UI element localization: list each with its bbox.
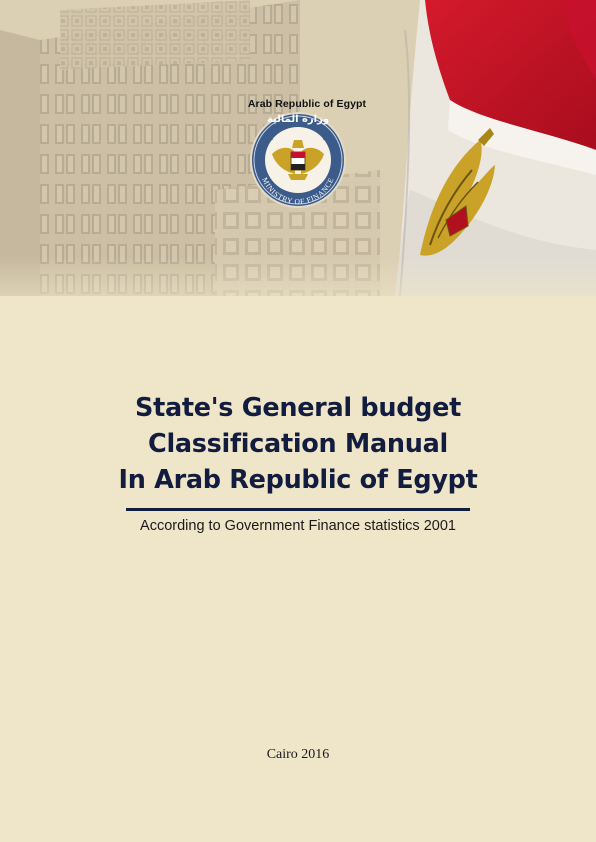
seal-arabic-text: وزارة المالية — [266, 114, 330, 125]
banner-fade — [0, 256, 596, 296]
cover-banner: MINISTRY OF FINANCE — [0, 0, 596, 296]
title-line-1: State's General budget — [135, 393, 461, 423]
title-line-3: In Arab Republic of Egypt — [118, 465, 478, 495]
imprint-place-year: Cairo 2016 — [266, 747, 330, 762]
building-facade-image: MINISTRY OF FINANCE — [0, 0, 596, 296]
title-line-2: Classification Manual — [148, 429, 448, 459]
document-subtitle: According to Government Finance statisti… — [140, 518, 456, 534]
document-title: State's General budget Classification Ma… — [80, 390, 516, 498]
title-divider — [126, 508, 470, 511]
cover-page: MINISTRY OF FINANCE Arab Republic of Egy… — [0, 0, 596, 842]
ministry-seal-icon: MINISTRY OF FINANCE — [250, 112, 346, 208]
country-label: Arab Republic of Egypt — [247, 98, 367, 110]
egyptian-flag-image — [395, 0, 596, 296]
